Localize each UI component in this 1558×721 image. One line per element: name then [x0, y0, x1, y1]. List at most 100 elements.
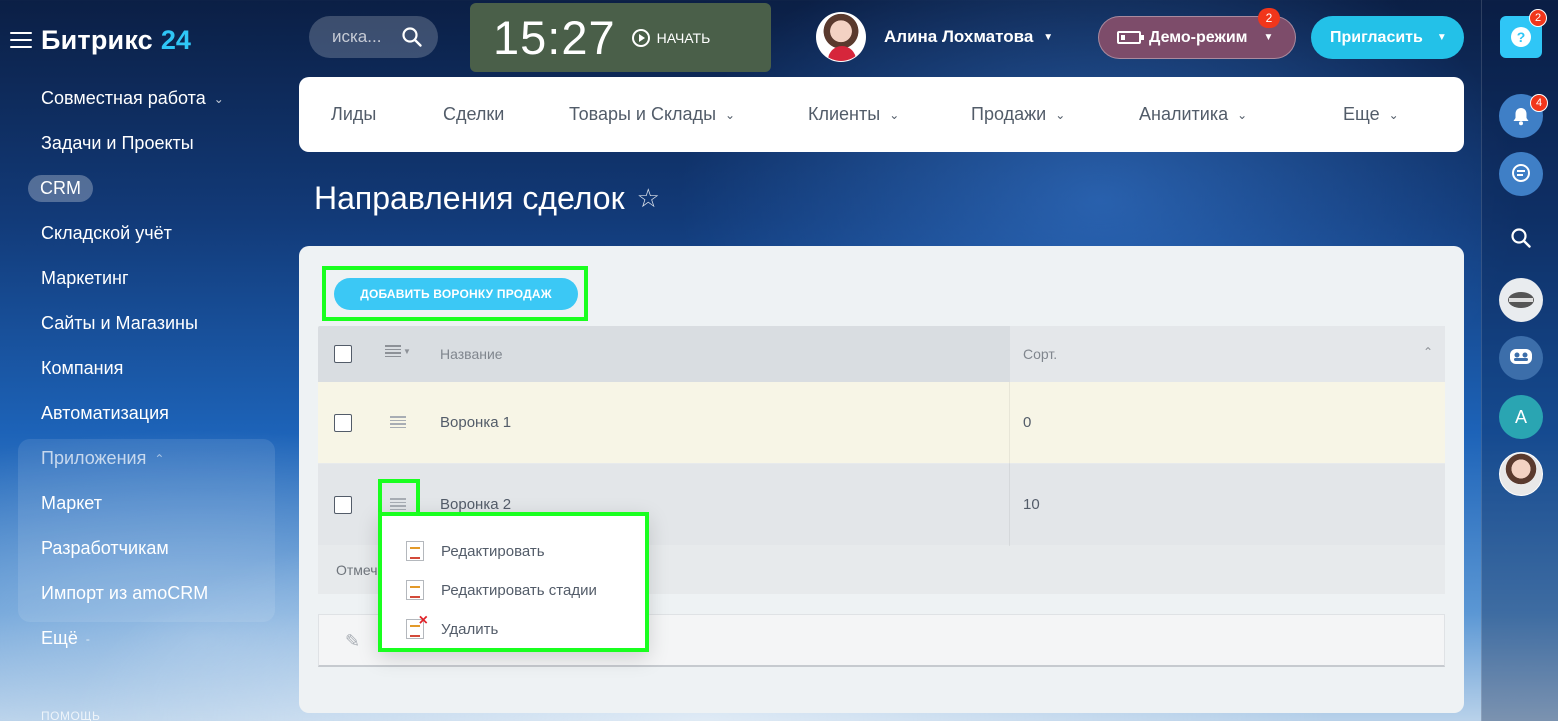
page-title: Направления сделок ☆ — [314, 180, 660, 217]
clock-time: 15:27 — [493, 11, 616, 64]
demo-badge: 2 — [1258, 8, 1280, 28]
pencil-icon[interactable]: ✎ — [345, 631, 360, 652]
battery-icon — [1117, 31, 1144, 44]
search-icon[interactable] — [401, 26, 423, 48]
search-box[interactable] — [309, 16, 438, 58]
sidebar-item-label: Маркетинг — [41, 268, 129, 288]
tab-label: Товары и Склады — [569, 104, 717, 124]
select-all-checkbox[interactable] — [334, 345, 352, 363]
sidebar-item-import-amocrm[interactable]: Импорт из amoCRM — [0, 571, 290, 616]
tab-label: Клиенты — [808, 104, 881, 124]
sidebar-item-market[interactable]: Маркет — [0, 481, 290, 526]
row-menu-icon[interactable] — [390, 416, 406, 428]
sidebar-item-inventory[interactable]: Складской учёт — [0, 211, 290, 256]
logo-text[interactable]: Битрикс — [41, 25, 153, 56]
edit-stages-icon — [406, 580, 424, 600]
notifications-badge: 4 — [1530, 94, 1548, 112]
menu-icon[interactable] — [10, 32, 32, 48]
menu-item-label: Редактировать — [441, 542, 545, 560]
work-time-widget[interactable]: 15:27 НАЧАТЬ — [470, 3, 771, 72]
sort-asc-icon[interactable]: ⌃ — [1423, 345, 1433, 359]
search-icon — [1511, 228, 1531, 248]
sidebar-item-automation[interactable]: Автоматизация — [0, 391, 290, 436]
menu-item-label: Редактировать стадии — [441, 581, 597, 599]
sort-column-header-bg — [1010, 326, 1445, 382]
avatar[interactable] — [816, 12, 866, 62]
tab-sales[interactable]: Продажи ⌄ — [971, 104, 1065, 125]
sidebar-item-marketing[interactable]: Маркетинг — [0, 256, 290, 301]
user-name[interactable]: Алина Лохматова — [884, 27, 1033, 47]
open-channels-button[interactable] — [1499, 336, 1543, 380]
tab-analytics[interactable]: Аналитика ⌄ — [1139, 104, 1247, 125]
chevron-up-icon: ⌃ — [154, 451, 165, 466]
sidebar-item-label: CRM — [28, 175, 93, 202]
sidebar-item-tasks[interactable]: Задачи и Проекты — [0, 121, 290, 166]
tab-label: Лиды — [331, 104, 377, 124]
menu-item-delete[interactable]: Удалить — [406, 612, 498, 642]
sidebar-item-label: Сайты и Магазины — [41, 313, 198, 333]
start-workday-button[interactable]: НАЧАТЬ — [631, 28, 710, 47]
sidebar-item-company[interactable]: Компания — [0, 346, 290, 391]
row-context-menu: Редактировать Редактировать стадии Удали… — [378, 512, 649, 652]
row-checkbox[interactable] — [334, 496, 352, 514]
sidebar-item-collab[interactable]: Совместная работа ⌄ — [0, 76, 290, 121]
help-link[interactable]: помощь — [41, 709, 100, 721]
rail-search-button[interactable] — [1499, 216, 1543, 260]
user-letter-avatar[interactable]: A — [1499, 395, 1543, 439]
caret-down-icon: ▼ — [1436, 32, 1447, 43]
sidebar-item-sites[interactable]: Сайты и Магазины — [0, 301, 290, 346]
menu-item-edit-stages[interactable]: Редактировать стадии — [406, 577, 597, 603]
invite-button[interactable]: Пригласить ▼ — [1311, 16, 1464, 59]
chevron-down-icon: ⌄ — [889, 107, 900, 122]
page-title-text: Направления сделок — [314, 180, 625, 216]
sidebar-item-label: Совместная работа — [41, 88, 206, 108]
users-icon — [1510, 349, 1532, 364]
tab-products[interactable]: Товары и Склады ⌄ — [569, 104, 735, 125]
row-sort: 0 — [1023, 414, 1032, 431]
tab-more[interactable]: Еще ⌄ — [1343, 104, 1399, 125]
menu-item-edit[interactable]: Редактировать — [406, 538, 545, 564]
sidebar-item-label: Ещё — [41, 628, 78, 648]
group-logo-button[interactable] — [1499, 278, 1543, 322]
sidebar-item-label: Автоматизация — [41, 403, 169, 423]
column-settings-icon[interactable] — [385, 345, 401, 357]
row-checkbox[interactable] — [334, 414, 352, 432]
question-icon: ? — [1511, 27, 1531, 47]
sidebar-item-label: Маркет — [41, 493, 102, 513]
sidebar-item-label: Разработчикам — [41, 538, 169, 558]
sidebar-item-developers[interactable]: Разработчикам — [0, 526, 290, 571]
help-badge: 2 — [1529, 9, 1547, 27]
tab-leads[interactable]: Лиды — [331, 104, 376, 125]
user-menu[interactable]: Алина Лохматова ▼ — [816, 12, 1053, 62]
sidebar-item-apps[interactable]: Приложения ⌃ — [0, 436, 290, 481]
search-input[interactable] — [332, 27, 402, 47]
tab-deals[interactable]: Сделки — [443, 104, 504, 125]
sidebar-item-crm[interactable]: CRM — [0, 166, 290, 211]
table-row[interactable]: Воронка 1 0 — [318, 382, 1445, 464]
sidebar-nav: Совместная работа ⌄ Задачи и Проекты CRM… — [0, 76, 290, 661]
chevron-down-icon: ⌄ — [1388, 107, 1399, 122]
rail-avatar[interactable] — [1499, 452, 1543, 496]
tab-label: Аналитика — [1139, 104, 1229, 124]
edit-icon — [406, 541, 424, 561]
caret-down-icon[interactable]: ▼ — [1043, 32, 1053, 43]
invite-label: Пригласить — [1330, 28, 1423, 46]
sidebar-item-label: Компания — [41, 358, 124, 378]
logo-version[interactable]: 24 — [161, 25, 191, 56]
demo-label: Демо-режим — [1149, 28, 1248, 46]
chat-icon — [1512, 164, 1530, 182]
caret-down-icon: ▼ — [1263, 32, 1274, 43]
tab-label: Еще — [1343, 104, 1380, 124]
star-icon[interactable]: ☆ — [637, 183, 660, 214]
caret-down-icon[interactable]: ▼ — [403, 347, 411, 356]
column-header-sort[interactable]: Сорт. — [1023, 346, 1057, 362]
dash-icon: - — [85, 631, 90, 646]
chat-button[interactable] — [1499, 152, 1543, 196]
add-sales-funnel-button[interactable]: ДОБАВИТЬ ВОРОНКУ ПРОДАЖ — [334, 278, 578, 310]
sidebar-item-label: Приложения — [41, 448, 147, 468]
delete-icon — [406, 612, 428, 639]
logo-row: Битрикс 24 — [10, 22, 191, 58]
column-header-name[interactable]: Название — [440, 346, 503, 362]
sidebar-item-more[interactable]: Ещё - — [0, 616, 290, 661]
tab-clients[interactable]: Клиенты ⌄ — [808, 104, 899, 125]
